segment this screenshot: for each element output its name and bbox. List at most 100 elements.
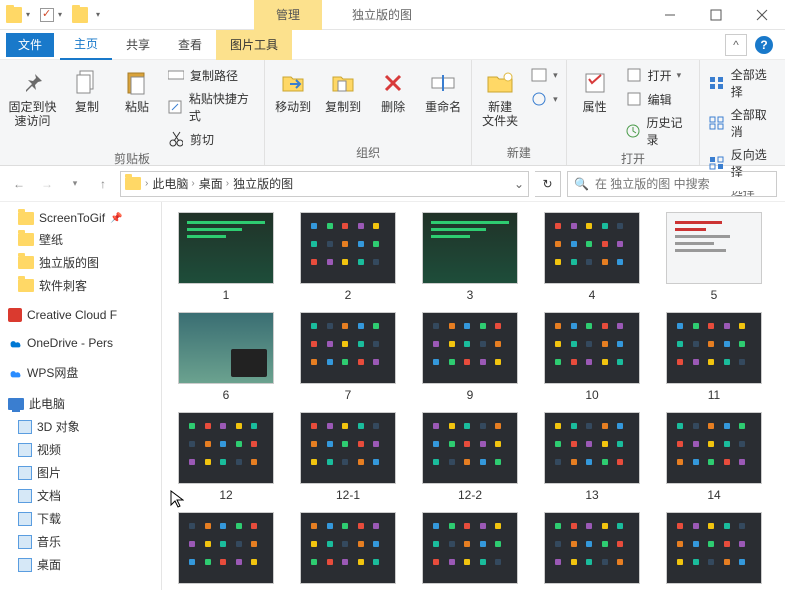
up-button[interactable]: ↑ xyxy=(92,173,114,195)
delete-button[interactable]: 删除 xyxy=(373,64,413,118)
pin-to-quick-access-button[interactable]: 固定到快 速访问 xyxy=(8,64,57,132)
close-button[interactable] xyxy=(739,0,785,30)
open-button[interactable]: 打开▾ xyxy=(625,66,692,84)
breadcrumb-desktop[interactable]: 桌面› xyxy=(199,175,229,192)
recent-locations-button[interactable]: ▾ xyxy=(64,173,86,195)
thumbnail-item[interactable]: 11 xyxy=(656,312,772,402)
thumbnail-item[interactable]: 12-1 xyxy=(290,412,406,502)
copy-path-button[interactable]: 复制路径 xyxy=(167,66,256,84)
paste-button[interactable]: 粘贴 xyxy=(117,64,157,118)
new-item-icon xyxy=(530,66,548,84)
paste-icon xyxy=(122,68,152,98)
history-button[interactable]: 历史记录 xyxy=(625,114,692,148)
search-input[interactable] xyxy=(595,177,770,191)
sidebar-item[interactable]: WPS网盘 xyxy=(4,361,157,384)
properties-button[interactable]: 属性 xyxy=(575,64,615,118)
paste-shortcut-button[interactable]: 粘贴快捷方式 xyxy=(167,90,256,124)
thumbnail-item[interactable]: 7 xyxy=(290,312,406,402)
minimize-button[interactable] xyxy=(647,0,693,30)
thumbnail-image xyxy=(422,512,518,584)
sidebar-item[interactable]: 3D 对象 xyxy=(4,415,157,438)
address-dropdown-icon[interactable]: ⌄ xyxy=(514,177,524,191)
thumbnail-item[interactable] xyxy=(412,512,528,588)
ribbon-tabs: 文件 主页 共享 查看 图片工具 ^ ? xyxy=(0,30,785,60)
thumbnail-image xyxy=(666,312,762,384)
search-box[interactable]: 🔍 xyxy=(567,171,777,197)
thumbnail-label: 12 xyxy=(219,488,232,502)
search-icon: 🔍 xyxy=(574,177,589,191)
thumbnail-item[interactable]: 10 xyxy=(534,312,650,402)
thumbnail-label: 4 xyxy=(589,288,596,302)
sidebar-item[interactable]: OneDrive - Pers xyxy=(4,333,157,353)
qat-customize-icon[interactable]: ▾ xyxy=(94,10,102,19)
tab-share[interactable]: 共享 xyxy=(112,30,164,60)
forward-button[interactable]: → xyxy=(36,173,58,195)
thumbnail-item[interactable]: 2 xyxy=(290,212,406,302)
select-none-button[interactable]: 全部取消 xyxy=(708,106,777,140)
thumbnail-image xyxy=(300,512,396,584)
sidebar-item[interactable]: 软件刺客 xyxy=(4,274,157,297)
address-bar[interactable]: › 此电脑› 桌面› 独立版的图 ⌄ xyxy=(120,171,529,197)
qat-checkbox-icon[interactable] xyxy=(40,8,54,22)
help-icon[interactable]: ? xyxy=(755,36,773,54)
thumbnail-item[interactable] xyxy=(290,512,406,588)
thumbnail-item[interactable]: 13 xyxy=(534,412,650,502)
thumbnail-label: 11 xyxy=(708,388,720,402)
thumbnail-item[interactable] xyxy=(168,512,284,588)
sidebar-item[interactable]: 视频 xyxy=(4,438,157,461)
thumbnail-label: 3 xyxy=(467,288,474,302)
copy-button[interactable]: 复制 xyxy=(67,64,107,118)
edit-button[interactable]: 编辑 xyxy=(625,90,692,108)
new-item-button[interactable]: ▾ xyxy=(530,66,558,84)
sidebar-item[interactable]: Creative Cloud F xyxy=(4,305,157,325)
sidebar-item[interactable]: ScreenToGif📌 xyxy=(4,208,157,228)
thumbnail-item[interactable]: 5 xyxy=(656,212,772,302)
thumbnail-item[interactable]: 3 xyxy=(412,212,528,302)
easy-access-button[interactable]: ▾ xyxy=(530,90,558,108)
qat-dropdown-icon[interactable]: ▾ xyxy=(56,10,64,19)
sidebar-item[interactable]: 音乐 xyxy=(4,530,157,553)
sidebar-item[interactable]: 桌面 xyxy=(4,553,157,576)
new-folder-button[interactable]: 新建 文件夹 xyxy=(480,64,520,132)
content-pane[interactable]: 1234567910111212-112-21314 xyxy=(162,202,785,590)
sidebar-item[interactable]: 独立版的图 xyxy=(4,251,157,274)
sidebar-item[interactable]: 图片 xyxy=(4,461,157,484)
breadcrumb-sep-icon[interactable]: › xyxy=(145,178,148,189)
cut-button[interactable]: 剪切 xyxy=(167,130,256,148)
tab-file[interactable]: 文件 xyxy=(6,33,54,57)
maximize-button[interactable] xyxy=(693,0,739,30)
sidebar-item[interactable]: 下载 xyxy=(4,507,157,530)
sidebar-item-label: Creative Cloud F xyxy=(27,308,117,322)
thumbnail-item[interactable]: 9 xyxy=(412,312,528,402)
qat-dropdown-icon[interactable]: ▾ xyxy=(24,10,32,19)
sidebar-item[interactable]: 壁纸 xyxy=(4,228,157,251)
move-to-button[interactable]: 移动到 xyxy=(273,64,313,118)
breadcrumb-this-pc[interactable]: 此电脑› xyxy=(152,175,194,192)
tab-picture-tools[interactable]: 图片工具 xyxy=(216,30,292,60)
thumbnail-item[interactable]: 14 xyxy=(656,412,772,502)
breadcrumb-current[interactable]: 独立版的图 xyxy=(233,175,293,192)
thumbnail-image xyxy=(300,312,396,384)
pin-icon xyxy=(18,68,48,98)
folder-icon xyxy=(18,279,34,292)
thumbnail-item[interactable]: 1 xyxy=(168,212,284,302)
thumbnail-item[interactable]: 4 xyxy=(534,212,650,302)
rename-button[interactable]: 重命名 xyxy=(423,64,463,118)
copy-to-button[interactable]: 复制到 xyxy=(323,64,363,118)
tab-view[interactable]: 查看 xyxy=(164,30,216,60)
thumbnail-item[interactable] xyxy=(534,512,650,588)
thumbnail-item[interactable]: 6 xyxy=(168,312,284,402)
sidebar-item[interactable]: 此电脑 xyxy=(4,392,157,415)
thumbnail-item[interactable]: 12-2 xyxy=(412,412,528,502)
navigation-pane[interactable]: ScreenToGif📌壁纸独立版的图软件刺客 Creative Cloud F O… xyxy=(0,202,162,590)
ribbon-group-organize: 移动到 复制到 删除 重命名 组织 xyxy=(265,60,472,165)
back-button[interactable]: ← xyxy=(8,173,30,195)
refresh-button[interactable]: ↻ xyxy=(535,171,561,197)
select-all-button[interactable]: 全部选择 xyxy=(708,66,777,100)
qat-folder-icon[interactable] xyxy=(72,7,88,23)
sidebar-item[interactable]: 文档 xyxy=(4,484,157,507)
thumbnail-item[interactable]: 12 xyxy=(168,412,284,502)
thumbnail-item[interactable] xyxy=(656,512,772,588)
tab-home[interactable]: 主页 xyxy=(60,30,112,60)
ribbon-toggle-icon[interactable]: ^ xyxy=(725,34,747,56)
